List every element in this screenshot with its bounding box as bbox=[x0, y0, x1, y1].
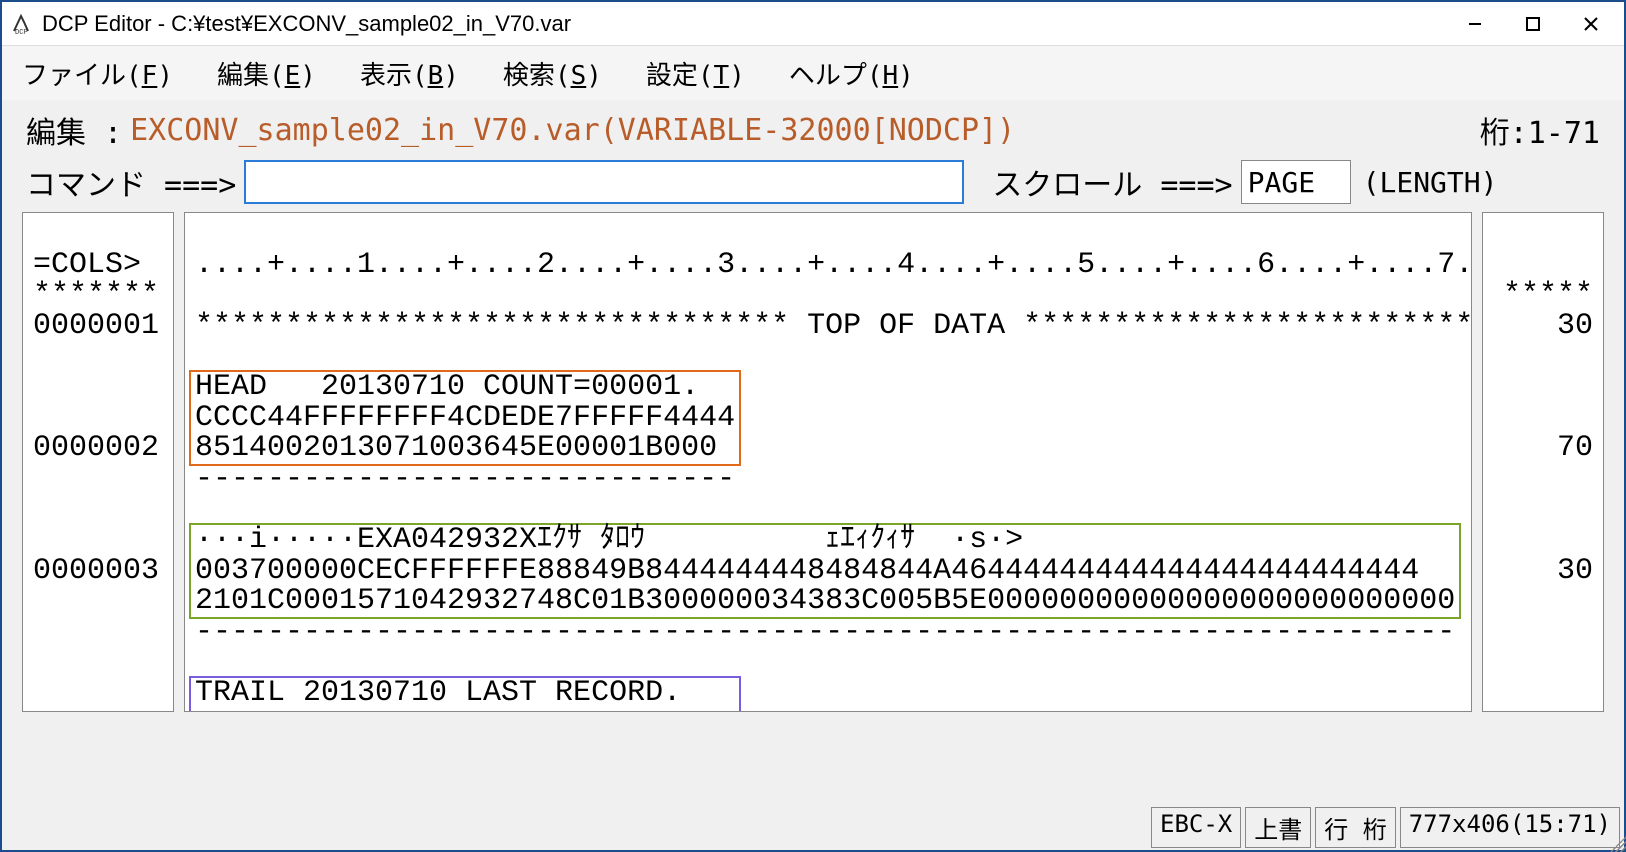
status-mode[interactable]: 上書 bbox=[1245, 807, 1311, 848]
record-2[interactable]: ···i·····EXA042932Xｴｸｻ ﾀﾛｳ ｪｴｨｸｨｻ ·s·> 0… bbox=[189, 523, 1461, 619]
menu-file[interactable]: ファイル(F) bbox=[22, 55, 173, 92]
window-controls bbox=[1446, 4, 1620, 44]
data-panel[interactable]: ....+....1....+....2....+....3....+....4… bbox=[184, 212, 1472, 712]
linenum-2: 0000002 bbox=[33, 431, 159, 465]
separator-1: ------------------------------ bbox=[195, 464, 1461, 495]
length-3: 30 bbox=[1557, 554, 1593, 588]
editor-area: =COLS> ******* 0000001 0000002 0000003 .… bbox=[2, 212, 1624, 712]
menu-view[interactable]: 表示(B) bbox=[360, 55, 459, 92]
length-panel: ***** 30 70 30 bbox=[1482, 212, 1604, 712]
menubar: ファイル(F) 編集(E) 表示(B) 検索(S) 設定(T) ヘルプ(H) bbox=[2, 46, 1624, 100]
close-button[interactable] bbox=[1562, 4, 1620, 44]
command-label: コマンド ===> bbox=[26, 160, 236, 204]
menu-help[interactable]: ヘルプ(H) bbox=[789, 55, 914, 92]
command-row: コマンド ===> スクロール ===> (LENGTH) bbox=[2, 156, 1624, 212]
app-icon: DCP bbox=[10, 12, 34, 36]
column-info: 桁:1-71 bbox=[1480, 108, 1600, 152]
ruler-line: ....+....1....+....2....+....3....+....4… bbox=[195, 250, 1461, 281]
linenum-panel[interactable]: =COLS> ******* 0000001 0000002 0000003 bbox=[22, 212, 174, 712]
window-title: DCP Editor - C:¥test¥EXCONV_sample02_in_… bbox=[42, 11, 1446, 37]
menu-edit[interactable]: 編集(E) bbox=[217, 55, 316, 92]
linenum-1: 0000001 bbox=[33, 309, 159, 343]
linenum-cols: =COLS> bbox=[33, 248, 141, 282]
svg-text:DCP: DCP bbox=[15, 29, 28, 35]
file-spec: EXCONV_sample02_in_V70.var(VARIABLE-3200… bbox=[130, 113, 1015, 148]
linenum-3: 0000003 bbox=[33, 554, 159, 588]
scroll-input[interactable] bbox=[1241, 160, 1351, 204]
statusbar: EBC-X 上書 行 桁 777x406(15:71) bbox=[1151, 807, 1620, 848]
resize-grip-icon[interactable] bbox=[1606, 832, 1626, 852]
scroll-label: スクロール ===> bbox=[992, 160, 1232, 204]
maximize-button[interactable] bbox=[1504, 4, 1562, 44]
length-stars: ***** bbox=[1503, 278, 1593, 312]
separator-2: ----------------------------------------… bbox=[195, 617, 1461, 648]
length-header: (LENGTH) bbox=[1363, 166, 1498, 199]
length-2: 70 bbox=[1557, 431, 1593, 465]
length-1: 30 bbox=[1557, 309, 1593, 343]
linenum-stars: ******* bbox=[33, 278, 159, 312]
status-encoding[interactable]: EBC-X bbox=[1151, 807, 1241, 848]
menu-settings[interactable]: 設定(T) bbox=[646, 55, 745, 92]
menu-search[interactable]: 検索(S) bbox=[503, 55, 602, 92]
info-row: 編集 : EXCONV_sample02_in_V70.var(VARIABLE… bbox=[2, 100, 1624, 156]
minimize-button[interactable] bbox=[1446, 4, 1504, 44]
titlebar: DCP DCP Editor - C:¥test¥EXCONV_sample02… bbox=[2, 2, 1624, 46]
status-rowcol[interactable]: 行 桁 bbox=[1315, 807, 1395, 848]
record-1[interactable]: HEAD 20130710 COUNT=00001. CCCC44FFFFFFF… bbox=[189, 370, 741, 466]
top-of-data: ********************************* TOP OF… bbox=[195, 311, 1461, 342]
edit-label: 編集 : bbox=[26, 108, 122, 152]
record-3[interactable]: TRAIL 20130710 LAST RECORD. EDCCD4FFFFFF… bbox=[189, 676, 741, 712]
status-dims: 777x406(15:71) bbox=[1400, 807, 1620, 848]
command-input[interactable] bbox=[244, 160, 964, 204]
